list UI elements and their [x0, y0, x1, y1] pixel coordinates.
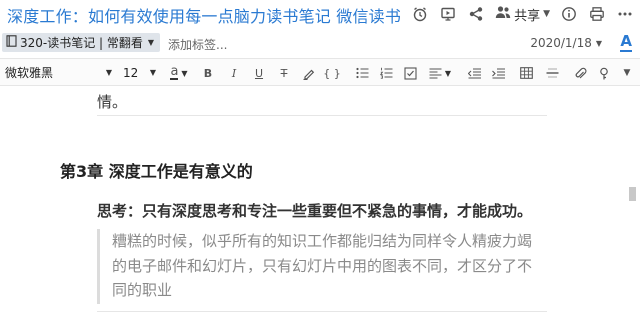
date-selector[interactable]: 2020/1/18 ▼: [530, 36, 602, 50]
bold-button[interactable]: B: [200, 64, 216, 82]
font-size-select[interactable]: 12 ▼: [121, 63, 158, 82]
quote-line: 同的职业: [112, 281, 173, 299]
underline-button[interactable]: U: [251, 64, 267, 82]
font-size-toggle-button[interactable]: A: [620, 32, 632, 52]
scrollbar-thumb[interactable]: [629, 187, 636, 201]
highlighter-button[interactable]: [300, 64, 316, 82]
notebook-selector[interactable]: 320-读书笔记 | 常翻看 ▼: [2, 33, 161, 52]
reminder-clock-icon[interactable]: [411, 5, 429, 23]
blockquote: 糟糕的时候，似乎所有的知识工作都能归结为同样令人精疲力竭 的电子邮件和幻灯片，只…: [97, 229, 557, 304]
align-button[interactable]: ▼: [428, 64, 452, 82]
divider: [97, 311, 547, 312]
chevron-down-icon: ▼: [444, 68, 452, 78]
print-icon[interactable]: [588, 5, 606, 23]
note-editor[interactable]: 情。 第3章 深度工作是有意义的 思考：只有深度思考和专注一些重要但不紧急的事情…: [0, 87, 640, 317]
paperclip-icon: [575, 67, 586, 78]
italic-button[interactable]: I: [226, 64, 242, 82]
note-title[interactable]: 深度工作：如何有效使用每一点脑力读书笔记 微信读书: [7, 3, 401, 27]
notebook-icon: [6, 35, 17, 50]
horizontal-rule-button[interactable]: [544, 64, 560, 82]
format-toolbar: 微软雅黑 ▼ 12 ▼ a ▼ B I U T { } ▼ ▼: [0, 58, 640, 86]
divider: [97, 115, 547, 116]
table-icon: [519, 67, 533, 79]
font-size-value: 12: [123, 65, 139, 80]
code-button[interactable]: { }: [322, 64, 342, 82]
paragraph-text: 情。: [97, 93, 128, 111]
encrypt-button[interactable]: [596, 64, 612, 82]
more-icon[interactable]: [616, 5, 634, 23]
present-icon[interactable]: [439, 5, 457, 23]
lock-key-icon: [600, 67, 608, 79]
attachment-button[interactable]: [572, 64, 588, 82]
chevron-down-icon: ▼: [147, 38, 155, 47]
checklist-button[interactable]: [402, 64, 418, 82]
share-nodes-icon[interactable]: [467, 5, 485, 23]
indent-decrease-button[interactable]: [466, 64, 482, 82]
text-color-icon: a: [170, 64, 179, 80]
bullet-list-button[interactable]: [354, 64, 370, 82]
chevron-down-icon: ▼: [543, 9, 550, 19]
numbered-list-button[interactable]: [378, 64, 394, 82]
quote-line: 的电子邮件和幻灯片，只有幻灯片中用的图表不同，才区分了不: [112, 256, 533, 275]
strikethrough-button[interactable]: T: [276, 64, 292, 82]
chapter-heading: 第3章 深度工作是有意义的: [60, 162, 253, 181]
note-meta-bar: 320-读书笔记 | 常翻看 ▼ 添加标签... 2020/1/18 ▼ A: [0, 30, 640, 54]
title-actions: 共享 ▼: [411, 4, 634, 24]
share-button[interactable]: 共享 ▼: [495, 5, 550, 24]
text-color-button[interactable]: a ▼: [168, 64, 190, 82]
chevron-down-icon: ▼: [181, 68, 188, 78]
chevron-down-icon: ▼: [623, 68, 631, 78]
thought-paragraph: 思考：只有深度思考和专注一些重要但不紧急的事情，才能成功。: [97, 202, 533, 220]
chevron-down-icon: ▼: [149, 68, 156, 77]
checkbox-icon: [403, 66, 417, 80]
add-tag-input[interactable]: 添加标签...: [168, 36, 227, 53]
align-left-icon: [429, 67, 442, 79]
quote-line: 糟糕的时候，似乎所有的知识工作都能归结为同样令人精疲力竭: [112, 232, 533, 250]
outdent-icon: [467, 67, 481, 79]
font-family-select[interactable]: 微软雅黑 ▼: [3, 63, 116, 82]
horizontal-rule-icon: [546, 68, 558, 78]
table-button[interactable]: [518, 64, 534, 82]
numbered-list-icon: [379, 67, 392, 79]
chevron-down-icon: ▼: [595, 38, 602, 48]
indent-icon: [491, 67, 505, 79]
share-label: 共享: [514, 8, 541, 24]
highlighter-icon: [303, 69, 314, 80]
users-icon: [495, 5, 511, 23]
notebook-label: 320-读书笔记 | 常翻看: [20, 36, 143, 50]
font-family-value: 微软雅黑: [5, 66, 54, 80]
title-bar: 深度工作：如何有效使用每一点脑力读书笔记 微信读书 共享 ▼: [0, 0, 640, 28]
chevron-down-icon: ▼: [105, 68, 112, 77]
date-label: 2020/1/18: [530, 36, 592, 50]
indent-increase-button[interactable]: [490, 64, 506, 82]
toolbar-more-button[interactable]: ▼: [620, 64, 634, 82]
info-icon[interactable]: [560, 5, 578, 23]
bullet-list-icon: [355, 67, 368, 79]
